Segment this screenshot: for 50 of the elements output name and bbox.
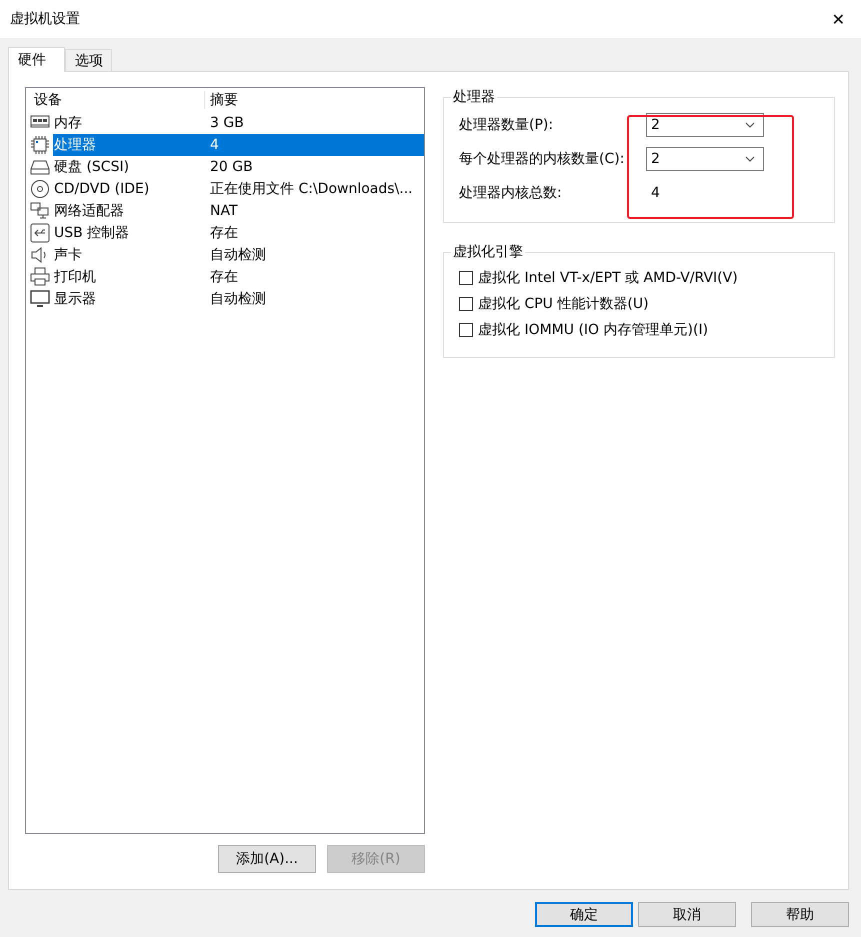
device-summary[interactable]: 20 GB bbox=[204, 156, 424, 178]
device-summary[interactable]: 自动检测 bbox=[204, 288, 424, 310]
device-summary[interactable]: 存在 bbox=[204, 222, 424, 244]
device-summary[interactable]: NAT bbox=[204, 200, 424, 222]
tab[interactable]: 硬件 bbox=[8, 47, 65, 72]
window-title: 虚拟机设置 bbox=[10, 10, 80, 28]
caret-icon bbox=[745, 156, 755, 162]
monitor-icon bbox=[30, 289, 50, 309]
column-header[interactable]: 设备 bbox=[26, 91, 204, 109]
network-icon bbox=[30, 201, 50, 221]
field-label: 每个处理器的内核数量(C): bbox=[459, 150, 626, 168]
device-name[interactable]: 内存 bbox=[53, 112, 204, 134]
checkbox[interactable] bbox=[459, 271, 473, 285]
printer-icon bbox=[30, 267, 50, 287]
processor-chip-icon bbox=[30, 135, 50, 155]
ok-button[interactable]: 确定 bbox=[535, 902, 633, 927]
device-name[interactable]: USB 控制器 bbox=[53, 222, 204, 244]
device-summary[interactable]: 3 GB bbox=[204, 112, 424, 134]
device-summary[interactable]: 4 bbox=[204, 134, 424, 156]
column-header[interactable]: 摘要 bbox=[204, 91, 424, 109]
usb-icon bbox=[30, 223, 50, 243]
close-button[interactable]: ✕ bbox=[828, 10, 849, 28]
group-title: 虚拟化引擎 bbox=[452, 243, 524, 261]
checkbox-label[interactable]: 虚拟化 CPU 性能计数器(U) bbox=[478, 295, 649, 313]
device-name[interactable]: 网络适配器 bbox=[53, 200, 204, 222]
caret-icon bbox=[745, 122, 755, 128]
checkbox[interactable] bbox=[459, 323, 473, 337]
group-title: 处理器 bbox=[452, 88, 496, 106]
disc-icon bbox=[30, 179, 50, 199]
device-name[interactable]: 显示器 bbox=[53, 288, 204, 310]
checkbox-label[interactable]: 虚拟化 IOMMU (IO 内存管理单元)(I) bbox=[478, 321, 708, 339]
field-value: 4 bbox=[650, 185, 661, 201]
field-label: 处理器数量(P): bbox=[459, 116, 554, 134]
field-label: 处理器内核总数: bbox=[459, 184, 563, 202]
device-summary[interactable]: 正在使用文件 C:\Downloads\... bbox=[204, 178, 424, 200]
dropdown[interactable]: 2 bbox=[646, 147, 764, 171]
help-button[interactable]: 帮助 bbox=[751, 902, 849, 927]
tab[interactable]: 选项 bbox=[65, 49, 112, 71]
checkbox-label[interactable]: 虚拟化 Intel VT-x/EPT 或 AMD-V/RVI(V) bbox=[478, 269, 738, 287]
cancel-button[interactable]: 取消 bbox=[638, 902, 736, 927]
device-summary[interactable]: 自动检测 bbox=[204, 244, 424, 266]
device-name[interactable]: 声卡 bbox=[53, 244, 204, 266]
device-name[interactable]: CD/DVD (IDE) bbox=[53, 178, 204, 200]
checkbox[interactable] bbox=[459, 297, 473, 311]
add-button[interactable]: 添加(A)... bbox=[218, 845, 316, 873]
device-name[interactable]: 打印机 bbox=[53, 266, 204, 288]
device-name[interactable]: 硬盘 (SCSI) bbox=[53, 156, 204, 178]
device-summary[interactable]: 存在 bbox=[204, 266, 424, 288]
device-name[interactable]: 处理器 bbox=[53, 134, 204, 156]
dropdown[interactable]: 2 bbox=[646, 113, 764, 137]
